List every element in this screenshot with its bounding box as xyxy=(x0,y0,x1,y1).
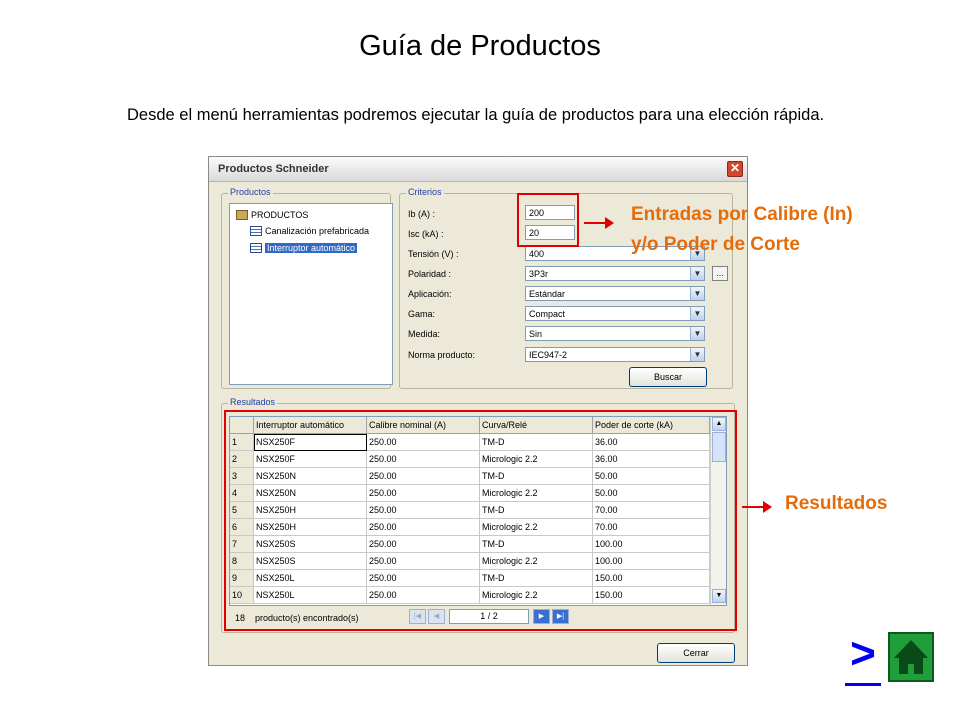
tree-root-productos[interactable]: PRODUCTOS xyxy=(236,210,308,220)
home-button[interactable] xyxy=(888,632,934,682)
home-icon xyxy=(894,640,928,674)
slide-title: Guía de Productos xyxy=(359,30,601,62)
productos-group-label: Productos xyxy=(228,187,273,197)
polaridad-select[interactable]: 3P3r ▼ xyxy=(525,266,705,281)
chevron-down-icon[interactable]: ▼ xyxy=(690,348,704,361)
dialog-title: Productos Schneider xyxy=(218,163,329,175)
aplicacion-value: Estándar xyxy=(529,289,566,299)
product-tree[interactable]: PRODUCTOS Canalización prefabricada Inte… xyxy=(229,203,393,385)
table-icon xyxy=(250,243,262,253)
table-icon xyxy=(250,226,262,236)
tree-item-label: Interruptor automático xyxy=(265,243,358,253)
resultados-callout: Resultados xyxy=(785,493,888,514)
tree-item-label: Canalización prefabricada xyxy=(265,226,370,236)
close-button[interactable]: ✕ xyxy=(727,161,743,177)
chevron-down-icon[interactable]: ▼ xyxy=(690,267,704,280)
dialog-titlebar[interactable]: Productos Schneider ✕ xyxy=(209,157,747,182)
resultados-group-label: Resultados xyxy=(228,397,278,407)
norma-label: Norma producto: xyxy=(408,350,476,360)
next-slide-link[interactable]: > xyxy=(845,632,881,686)
tree-root-label: PRODUCTOS xyxy=(251,210,309,220)
gama-select[interactable]: Compact ▼ xyxy=(525,306,705,321)
polaridad-value: 3P3r xyxy=(529,269,549,279)
buscar-button[interactable]: Buscar xyxy=(629,367,707,387)
tree-item-interruptor[interactable]: Interruptor automático xyxy=(250,243,358,253)
aplicacion-label: Aplicación: xyxy=(408,289,452,299)
arrow-right-icon xyxy=(584,217,614,229)
chevron-down-icon[interactable]: ▼ xyxy=(690,287,704,300)
chevron-down-icon[interactable]: ▼ xyxy=(690,327,704,340)
medida-label: Medida: xyxy=(408,329,441,339)
intro-text: Desde el menú herramientas podremos ejec… xyxy=(127,106,825,124)
arrow-right-icon xyxy=(742,501,772,513)
medida-value: Sin xyxy=(529,329,543,339)
tree-item-canalizacion[interactable]: Canalización prefabricada xyxy=(250,226,369,236)
entradas-callout: Entradas por Calibre (In) y/o Poder de C… xyxy=(631,200,853,260)
ib-label: Ib (A) : xyxy=(408,209,436,219)
entradas-callout-line1: Entradas por Calibre (In) xyxy=(631,204,853,225)
entradas-callout-line2: y/o Poder de Corte xyxy=(631,234,800,255)
gama-value: Compact xyxy=(529,309,566,319)
cerrar-button[interactable]: Cerrar xyxy=(657,643,735,663)
isc-label: Isc (kA) : xyxy=(408,229,444,239)
polaridad-options-button[interactable]: ... xyxy=(712,266,728,281)
folder-icon xyxy=(236,210,248,220)
polaridad-label: Polaridad : xyxy=(408,269,452,279)
norma-select[interactable]: IEC947-2 ▼ xyxy=(525,347,705,362)
tension-value: 400 xyxy=(529,249,545,259)
norma-value: IEC947-2 xyxy=(529,350,568,360)
chevron-down-icon[interactable]: ▼ xyxy=(690,307,704,320)
aplicacion-select[interactable]: Estándar ▼ xyxy=(525,286,705,301)
gama-label: Gama: xyxy=(408,309,436,319)
criterios-highlight xyxy=(517,193,579,247)
tension-label: Tensión (V) : xyxy=(408,249,459,259)
criterios-group-label: Criterios xyxy=(406,187,444,197)
resultados-highlight xyxy=(224,410,737,631)
medida-select[interactable]: Sin ▼ xyxy=(525,326,705,341)
